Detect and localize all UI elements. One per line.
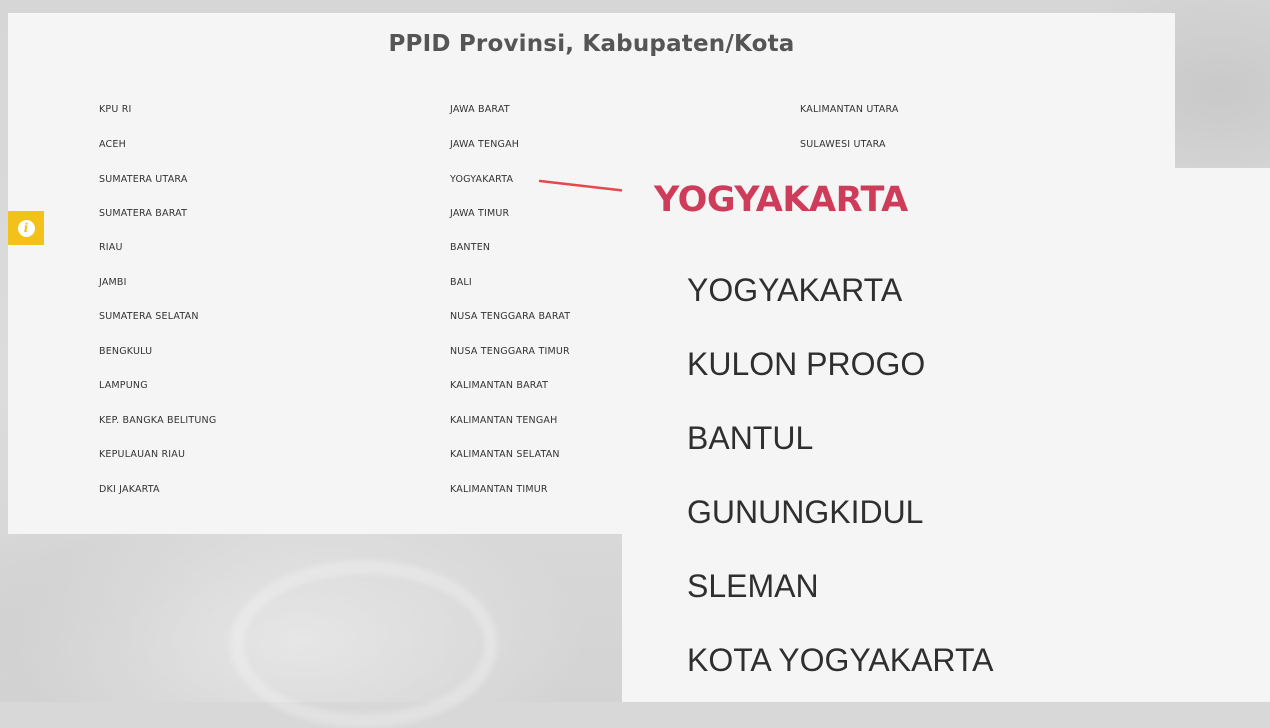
- region-link[interactable]: KALIMANTAN BARAT: [450, 380, 548, 391]
- kabupaten-link[interactable]: KOTA YOGYAKARTA: [687, 642, 993, 679]
- region-link[interactable]: BANTEN: [450, 242, 490, 253]
- region-link[interactable]: KEP. BANGKA BELITUNG: [99, 415, 216, 426]
- zoom-title: YOGYAKARTA: [654, 180, 908, 220]
- region-link[interactable]: JAWA TENGAH: [450, 139, 519, 150]
- kabupaten-link[interactable]: KULON PROGO: [687, 346, 925, 383]
- region-link[interactable]: SUMATERA UTARA: [99, 174, 188, 185]
- kabupaten-link[interactable]: SLEMAN: [687, 568, 819, 605]
- info-icon: i: [17, 219, 35, 237]
- region-link[interactable]: LAMPUNG: [99, 380, 148, 391]
- region-link[interactable]: KALIMANTAN SELATAN: [450, 449, 560, 460]
- region-link[interactable]: KPU RI: [99, 104, 132, 115]
- region-link[interactable]: KEPULAUAN RIAU: [99, 449, 185, 460]
- region-link[interactable]: KALIMANTAN TENGAH: [450, 415, 557, 426]
- region-link[interactable]: NUSA TENGGARA TIMUR: [450, 346, 570, 357]
- region-link[interactable]: JAMBI: [99, 277, 127, 288]
- kabupaten-link[interactable]: YOGYAKARTA: [687, 272, 902, 309]
- region-link-yogyakarta[interactable]: YOGYAKARTA: [450, 174, 513, 185]
- region-link[interactable]: BALI: [450, 277, 472, 288]
- region-link[interactable]: ACEH: [99, 139, 126, 150]
- page-title: PPID Provinsi, Kabupaten/Kota: [388, 31, 795, 57]
- kabupaten-link[interactable]: BANTUL: [687, 420, 813, 457]
- kabupaten-link[interactable]: GUNUNGKIDUL: [687, 494, 923, 531]
- region-link[interactable]: KALIMANTAN UTARA: [800, 104, 899, 115]
- region-link[interactable]: JAWA BARAT: [450, 104, 510, 115]
- background-ornament: [230, 560, 498, 728]
- region-link[interactable]: DKI JAKARTA: [99, 484, 160, 495]
- region-link[interactable]: SUMATERA BARAT: [99, 208, 187, 219]
- yogyakarta-zoom-panel: YOGYAKARTA YOGYAKARTA KULON PROGO BANTUL…: [622, 168, 1270, 702]
- region-link[interactable]: SUMATERA SELATAN: [99, 311, 199, 322]
- region-link[interactable]: SULAWESI UTARA: [800, 139, 886, 150]
- region-link[interactable]: NUSA TENGGARA BARAT: [450, 311, 570, 322]
- region-link[interactable]: BENGKULU: [99, 346, 152, 357]
- accessibility-info-button[interactable]: i: [8, 211, 44, 245]
- region-link[interactable]: RIAU: [99, 242, 123, 253]
- region-link[interactable]: KALIMANTAN TIMUR: [450, 484, 548, 495]
- region-link[interactable]: JAWA TIMUR: [450, 208, 509, 219]
